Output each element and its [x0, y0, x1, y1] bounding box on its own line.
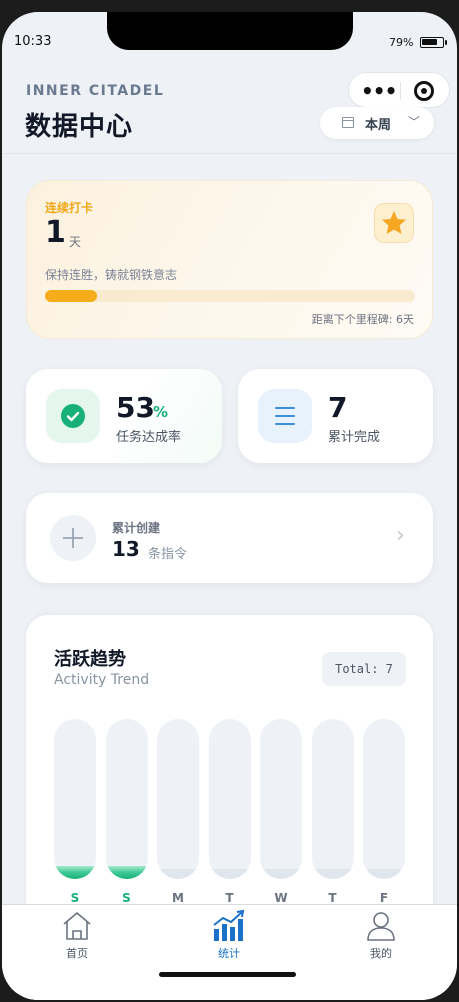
camera-notch	[107, 12, 353, 50]
total-done-card: 7 累计完成	[238, 369, 433, 463]
activity-bar-base	[157, 869, 199, 879]
calendar-icon	[342, 117, 354, 128]
activity-bar	[54, 719, 96, 879]
app-screen: 10:33 79% INNER CITADEL 数据中心 ••• 本周 ﹀ 连续…	[2, 12, 457, 1000]
created-value: 13	[112, 537, 140, 561]
home-icon	[63, 912, 91, 940]
day-label: M	[172, 891, 184, 905]
stats-icon	[213, 909, 245, 941]
check-tile	[46, 389, 100, 443]
day-label: W	[274, 891, 288, 905]
streak-motto: 保持连胜，铸就钢铁意志	[45, 268, 178, 282]
activity-bar-base	[260, 869, 302, 879]
streak-progress-track	[45, 290, 415, 302]
status-time: 10:33	[14, 34, 52, 49]
close-miniprogram-icon[interactable]	[414, 81, 434, 101]
created-unit: 条指令	[148, 547, 188, 562]
phone-frame: 10:33 79% INNER CITADEL 数据中心 ••• 本周 ﹀ 连续…	[0, 0, 459, 1002]
total-done-value: 7	[328, 391, 348, 424]
completion-rate-caption: 任务达成率	[116, 430, 182, 445]
streak-card: 连续打卡 1 天 保持连胜，铸就钢铁意志 距离下个里程碑: 6天	[26, 180, 433, 339]
milestone-text: 距离下个里程碑: 6天	[311, 313, 414, 326]
page-title: 数据中心	[25, 112, 134, 142]
tab-profile-label: 我的	[370, 947, 392, 960]
activity-bar-base	[363, 869, 405, 879]
home-indicator	[159, 972, 296, 977]
day-label: T	[225, 891, 234, 905]
tab-home[interactable]: 首页	[27, 905, 127, 965]
chevron-right-icon: ›	[396, 523, 405, 548]
trend-title: 活跃趋势	[54, 649, 126, 670]
streak-unit: 天	[69, 235, 82, 249]
tab-profile[interactable]: 我的	[331, 905, 431, 965]
period-selector[interactable]: 本周 ﹀	[320, 107, 434, 139]
activity-bar	[208, 719, 251, 879]
list-icon	[275, 407, 295, 425]
activity-bar	[260, 719, 302, 879]
more-menu-icon[interactable]: •••	[361, 79, 397, 103]
activity-bar-base	[311, 869, 354, 879]
completion-rate-card: 53 % 任务达成率	[26, 369, 222, 463]
star-icon	[382, 211, 406, 234]
tab-stats-label: 统计	[218, 947, 240, 960]
day-label: T	[328, 891, 337, 905]
activity-bar	[157, 719, 199, 879]
capsule-divider	[400, 82, 401, 100]
trend-subtitle: Activity Trend	[54, 672, 150, 688]
total-done-caption: 累计完成	[328, 430, 381, 445]
created-count-card[interactable]: 累计创建 13 条指令 ›	[26, 493, 433, 583]
streak-label: 连续打卡	[45, 201, 94, 215]
brand-name: INNER CITADEL	[26, 83, 165, 99]
day-label: S	[122, 891, 131, 905]
created-label: 累计创建	[112, 521, 161, 535]
battery-fill	[422, 39, 437, 45]
list-tile	[258, 389, 312, 443]
activity-bar	[105, 719, 148, 879]
activity-bar-base	[208, 869, 251, 879]
activity-bar-fill	[54, 866, 96, 879]
period-label: 本周	[365, 118, 392, 133]
day-label: F	[379, 891, 389, 905]
star-badge	[374, 203, 414, 243]
battery-percent: 79%	[389, 36, 414, 49]
activity-bar	[311, 719, 354, 879]
chevron-down-icon: ﹀	[408, 115, 421, 129]
tab-bar: 首页 统计 我的	[2, 904, 457, 1000]
streak-progress-fill	[45, 290, 97, 302]
tab-home-label: 首页	[66, 947, 88, 960]
streak-days: 1	[45, 215, 66, 250]
profile-icon	[367, 912, 395, 941]
day-label: S	[70, 891, 80, 905]
completion-rate-suffix: %	[153, 403, 169, 421]
battery-icon	[420, 37, 447, 48]
miniprogram-capsule: •••	[348, 72, 450, 108]
tab-stats[interactable]: 统计	[179, 905, 279, 965]
trend-total-badge: Total: 7	[322, 652, 406, 686]
check-icon	[61, 404, 85, 428]
plus-icon	[50, 515, 96, 561]
header-divider	[2, 153, 457, 154]
activity-bar	[363, 719, 405, 879]
completion-rate-value: 53	[116, 391, 155, 424]
activity-bar-fill	[105, 866, 148, 879]
